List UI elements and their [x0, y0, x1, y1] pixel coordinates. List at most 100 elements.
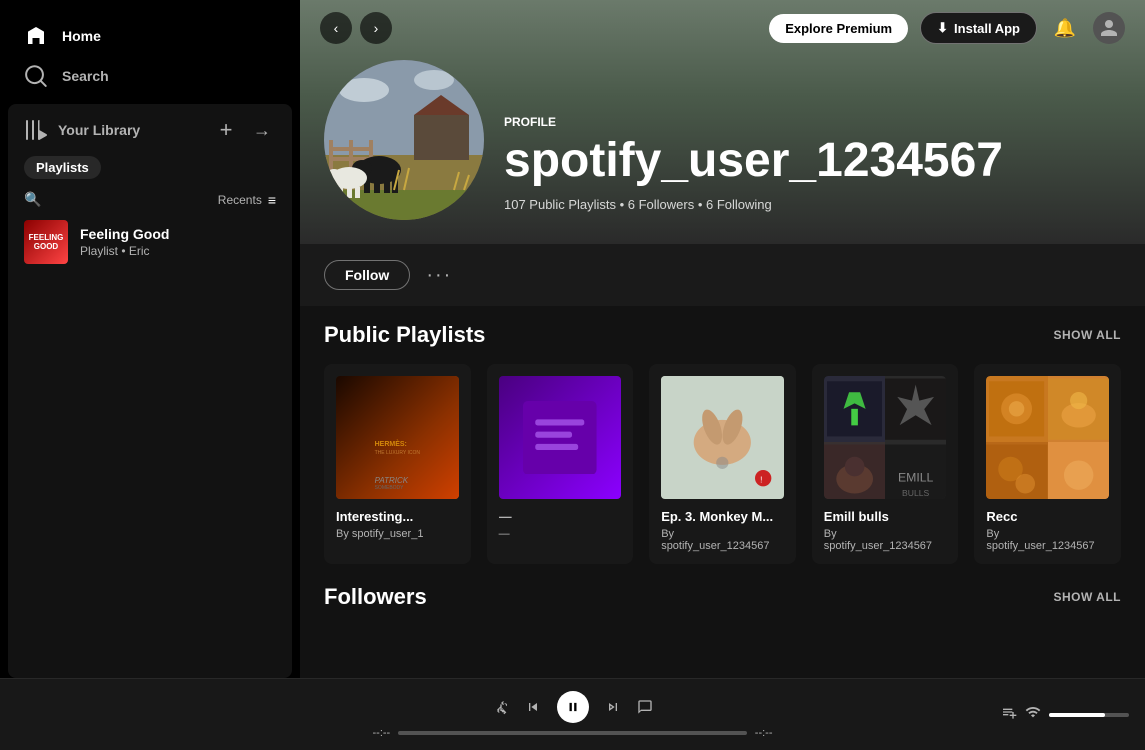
followers-section: Followers Show all	[300, 580, 1145, 642]
search-library-btn[interactable]: 🔍	[24, 191, 41, 208]
prev-btn[interactable]	[525, 699, 541, 715]
playlist-card-hermes[interactable]: HERMÈS: THE LUXURY ICON PATRICK SOMEBODY…	[324, 364, 471, 564]
time-total: --:--	[755, 727, 773, 739]
followers-section-header: Followers Show all	[324, 584, 1121, 610]
bottom-player: --:-- --:--	[0, 678, 1145, 750]
player-controls	[493, 691, 653, 723]
library-section: Your Library + → Playlists 🔍 Recents ≡	[8, 104, 292, 678]
thumb-text: FEELING GOOD	[24, 231, 68, 253]
card-title-2: —	[499, 509, 622, 524]
play-pause-btn[interactable]	[557, 691, 589, 723]
filter-bar: Playlists	[8, 152, 292, 187]
follow-btn[interactable]: Follow	[324, 260, 410, 290]
section-header: Public Playlists Show all	[324, 322, 1121, 348]
svg-text:!: !	[760, 475, 762, 484]
card-sub-3: By spotify_user_1234567	[661, 528, 784, 552]
sidebar: Home Search Your Library	[0, 0, 300, 678]
library-title-btn[interactable]: Your Library	[24, 118, 140, 142]
header-actions: Explore Premium ⬇ Install App 🔔	[769, 12, 1125, 44]
library-search-icon: 🔍	[24, 191, 41, 208]
card-sub-1: By spotify_user_1	[336, 528, 459, 540]
search-label: Search	[62, 68, 109, 84]
time-current: --:--	[373, 727, 391, 739]
recents-bar: 🔍 Recents ≡	[8, 187, 292, 212]
player-right	[829, 704, 1129, 725]
show-all-btn[interactable]: Show all	[1053, 328, 1121, 342]
recents-sort[interactable]: Recents ≡	[218, 192, 276, 208]
playlist-card-2[interactable]: — —	[487, 364, 634, 564]
shuffle-btn[interactable]	[493, 699, 509, 715]
explore-premium-btn[interactable]: Explore Premium	[769, 14, 908, 43]
progress-track[interactable]	[398, 731, 747, 735]
card-sub-2: —	[499, 528, 622, 540]
library-items: FEELING GOOD Feeling Good Playlist • Eri…	[8, 212, 292, 678]
list-view-icon: ≡	[268, 192, 276, 208]
nav-forward-btn[interactable]: ›	[360, 12, 392, 44]
card-sub-5: By spotify_user_1234567	[986, 528, 1109, 552]
volume-fill	[1049, 713, 1105, 717]
list-item[interactable]: FEELING GOOD Feeling Good Playlist • Eri…	[16, 212, 284, 272]
playlist-thumb-3: !	[661, 376, 784, 499]
volume-bar[interactable]	[1049, 713, 1129, 717]
item-subtitle: Playlist • Eric	[80, 244, 169, 258]
followers-show-all-btn[interactable]: Show all	[1053, 590, 1121, 604]
add-library-btn[interactable]: +	[212, 116, 240, 144]
sidebar-item-home[interactable]: Home	[12, 16, 288, 56]
nav-back-btn[interactable]: ‹	[320, 12, 352, 44]
public-playlists-section: Public Playlists Show all HERMÈS:	[300, 306, 1145, 580]
player-center: --:-- --:--	[316, 691, 829, 739]
install-app-btn[interactable]: ⬇ Install App	[920, 12, 1037, 44]
sidebar-top: Home Search	[0, 0, 300, 104]
library-title-text: Your Library	[58, 122, 140, 138]
card-title-3: Ep. 3. Monkey M...	[661, 509, 784, 524]
home-label: Home	[62, 28, 101, 44]
playlist-thumb-4: EMILL BULLS	[824, 376, 947, 499]
card-title-1: Interesting...	[336, 509, 459, 524]
library-actions: + →	[212, 116, 276, 144]
card-title-4: Emill bulls	[824, 509, 947, 524]
playlists-grid: HERMÈS: THE LUXURY ICON PATRICK SOMEBODY…	[324, 364, 1121, 564]
playlist-thumb-5	[986, 376, 1109, 499]
more-options-btn[interactable]: ···	[426, 264, 452, 287]
notifications-btn[interactable]: 🔔	[1049, 12, 1081, 44]
item-title: Feeling Good	[80, 226, 169, 242]
main-content: ‹ › Explore Premium ⬇ Install App 🔔	[300, 0, 1145, 678]
user-avatar[interactable]	[1093, 12, 1125, 44]
svg-text:BULLS: BULLS	[902, 488, 929, 498]
search-icon	[24, 64, 48, 88]
recents-label: Recents	[218, 193, 262, 207]
main-header: ‹ › Explore Premium ⬇ Install App 🔔	[300, 0, 1145, 56]
library-header: Your Library + →	[8, 104, 292, 152]
sidebar-item-search[interactable]: Search	[12, 56, 288, 96]
followers-title: Followers	[324, 584, 427, 610]
playlist-thumb-2	[499, 376, 622, 499]
profile-info: Profile spotify_user_1234567 107 Public …	[504, 115, 1003, 220]
home-icon	[24, 24, 48, 48]
content-scroll: Public Playlists Show all HERMÈS:	[300, 306, 1145, 678]
progress-bar[interactable]: --:-- --:--	[373, 727, 773, 739]
playlist-card-sea[interactable]: ! Ep. 3. Monkey M... By spotify_user_123…	[649, 364, 796, 564]
queue-btn[interactable]	[1001, 704, 1017, 725]
playlist-card-recc[interactable]: Recc By spotify_user_1234567	[974, 364, 1121, 564]
card-sub-4: By spotify_user_1234567	[824, 528, 947, 552]
nav-arrows: ‹ ›	[320, 12, 392, 44]
profile-name: spotify_user_1234567	[504, 137, 1003, 185]
section-title: Public Playlists	[324, 322, 485, 348]
profile-actions-bar: Follow ···	[300, 244, 1145, 306]
playlist-card-emill[interactable]: EMILL BULLS Emill bulls By spotify_user_…	[812, 364, 959, 564]
next-btn[interactable]	[605, 699, 621, 715]
library-item-info: Feeling Good Playlist • Eric	[80, 226, 169, 258]
expand-library-btn[interactable]: →	[248, 116, 276, 144]
profile-stats: 107 Public Playlists • 6 Followers • 6 F…	[504, 197, 1003, 212]
connect-btn[interactable]	[1025, 704, 1041, 725]
download-icon: ⬇	[937, 20, 948, 36]
svg-text:EMILL: EMILL	[898, 471, 934, 485]
playlist-thumb-1: HERMÈS: THE LUXURY ICON PATRICK SOMEBODY	[336, 376, 459, 499]
playlists-filter-btn[interactable]: Playlists	[24, 156, 101, 179]
install-app-label: Install App	[954, 21, 1020, 36]
card-title-5: Recc	[986, 509, 1109, 524]
profile-avatar	[324, 60, 484, 220]
lyrics-btn[interactable]	[637, 699, 653, 715]
feeling-good-thumb: FEELING GOOD	[24, 220, 68, 264]
profile-type: Profile	[504, 115, 1003, 129]
